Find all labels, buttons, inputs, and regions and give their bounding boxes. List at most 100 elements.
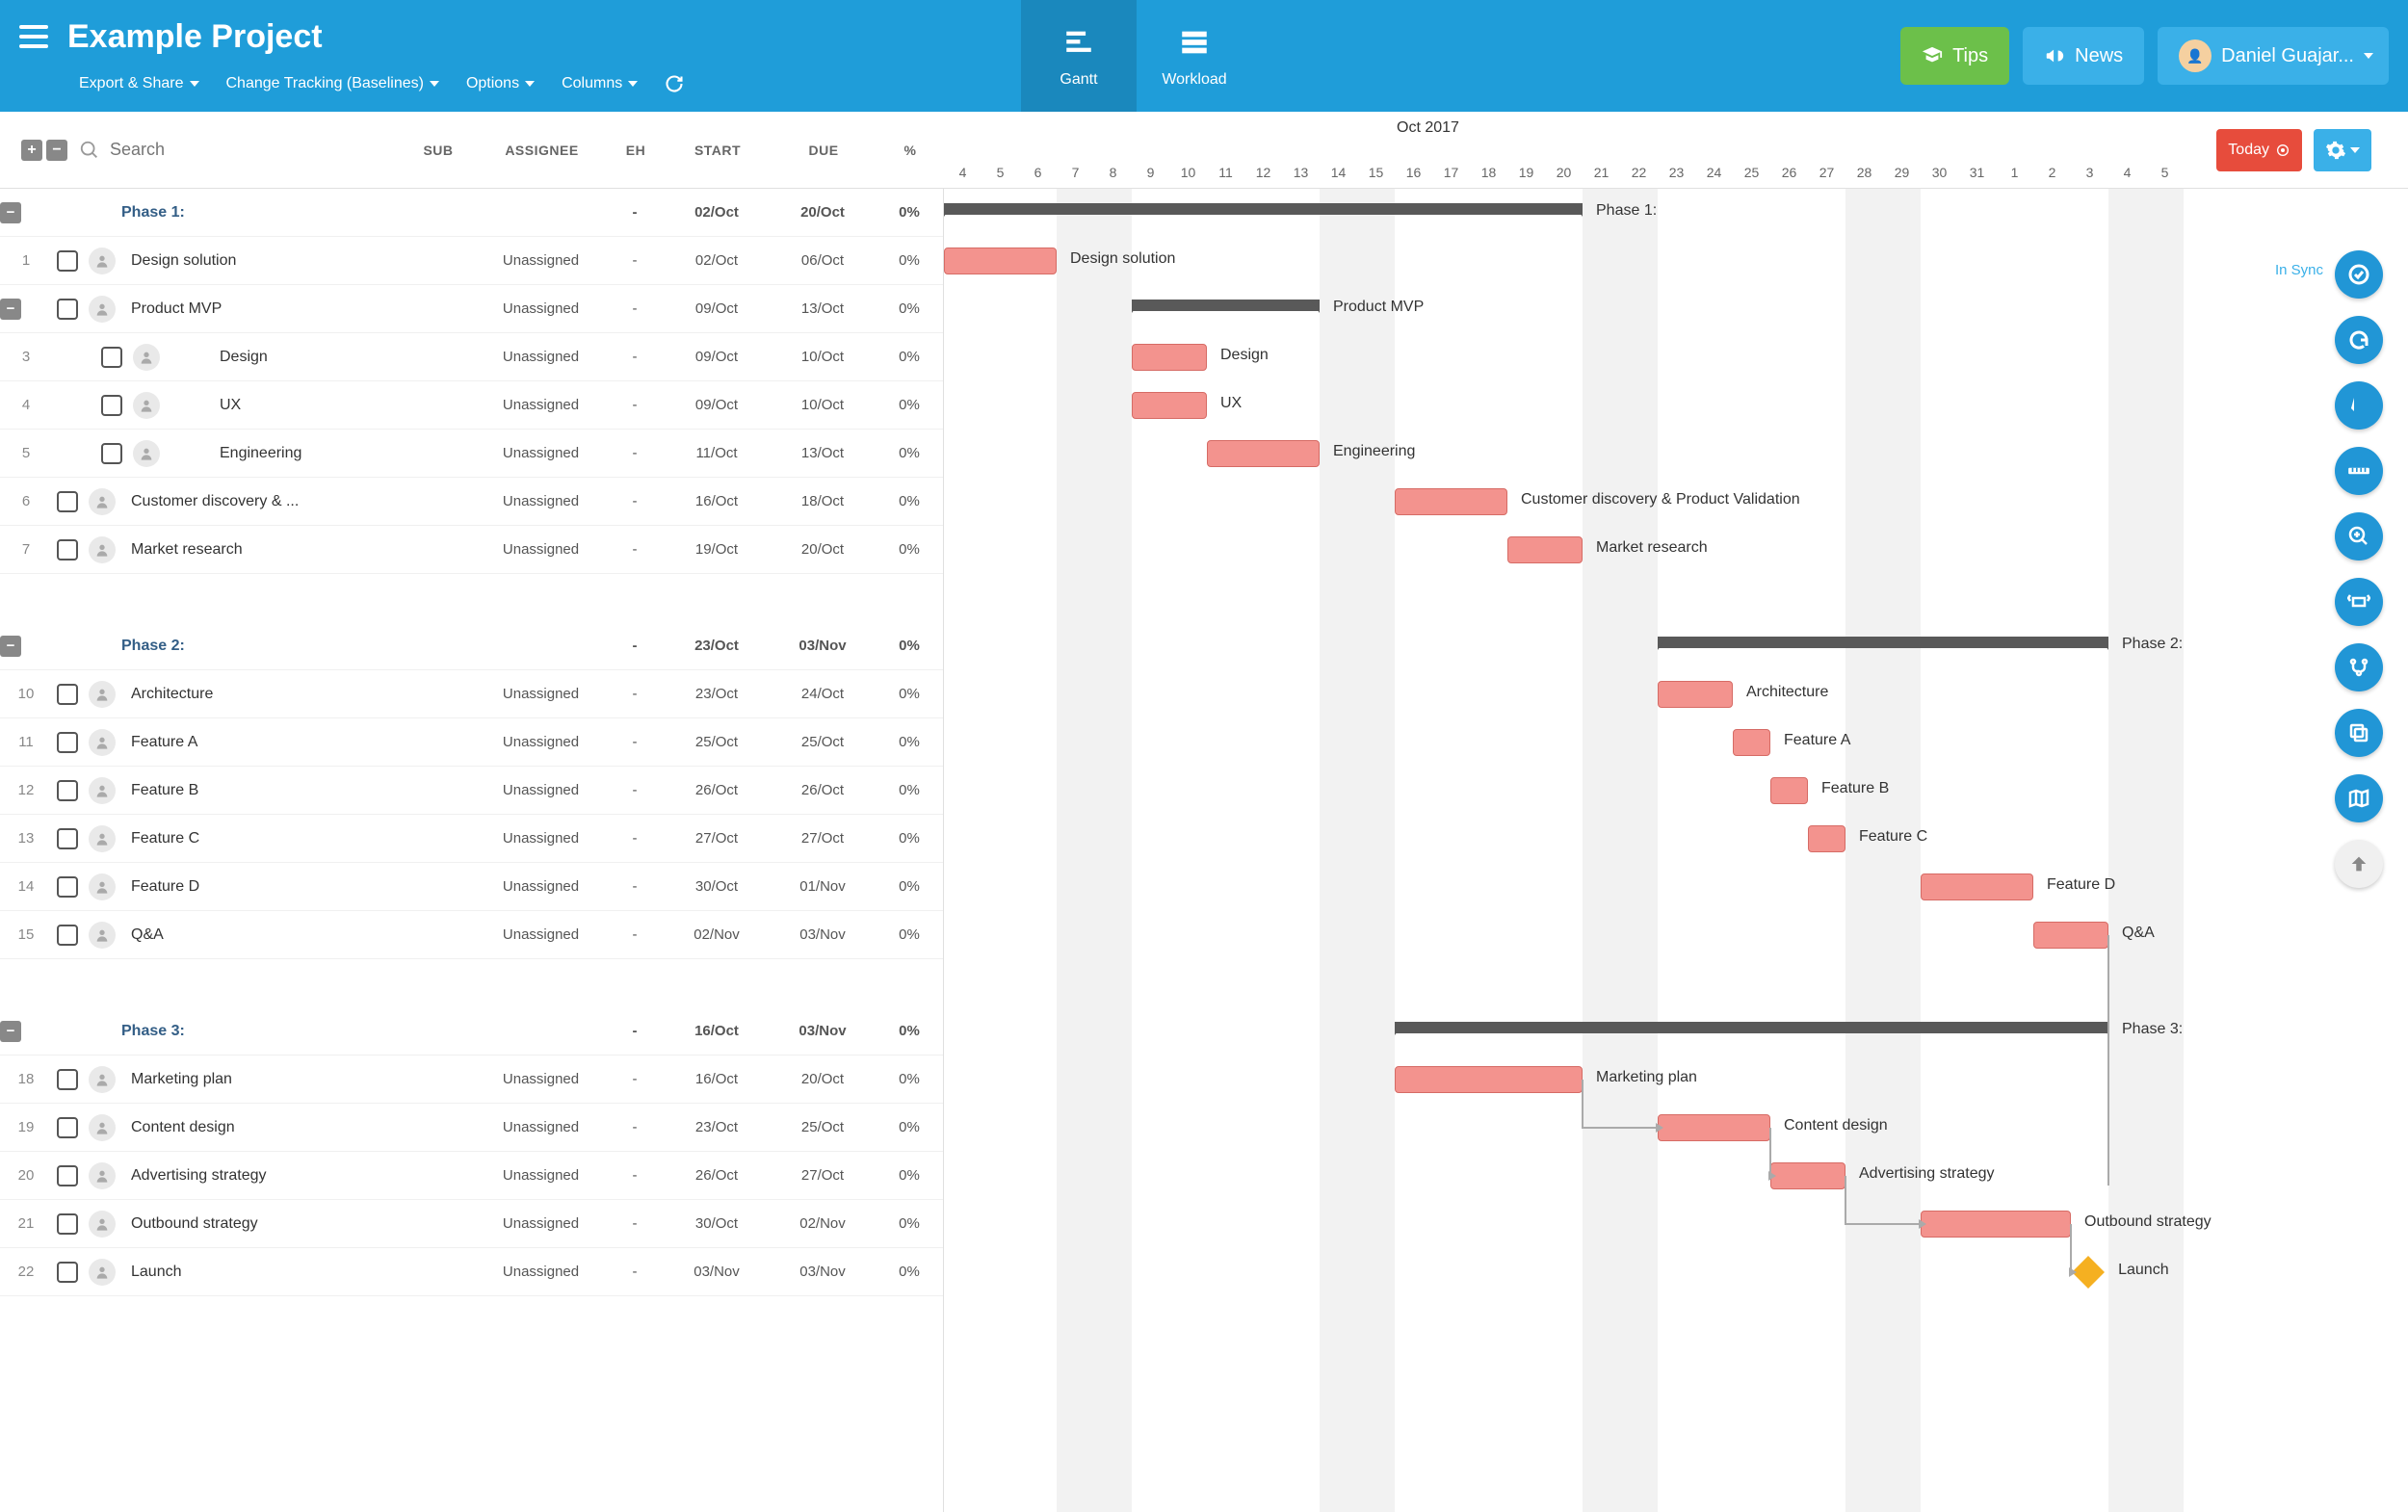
gantt-chart[interactable]: Phase 1:Design solutionProduct MVPDesign… [944, 189, 2408, 1512]
task-checkbox[interactable] [57, 539, 78, 560]
today-button[interactable]: Today [2216, 129, 2302, 171]
task-checkbox[interactable] [57, 828, 78, 849]
task-row[interactable]: 20 Advertising strategy Unassigned - 26/… [0, 1152, 943, 1200]
assignee-avatar[interactable] [89, 1211, 116, 1238]
task-checkbox[interactable] [57, 250, 78, 272]
settings-button[interactable] [2314, 129, 2371, 171]
task-checkbox[interactable] [101, 443, 122, 464]
task-bar[interactable] [1658, 681, 1733, 708]
col-eh[interactable]: EH [607, 143, 665, 158]
phase-row[interactable]: − Phase 2: - 23/Oct 03/Nov 0% [0, 622, 943, 670]
assignee-avatar[interactable] [89, 729, 116, 756]
col-pct[interactable]: % [877, 143, 944, 158]
task-row[interactable]: 11 Feature A Unassigned - 25/Oct 25/Oct … [0, 718, 943, 767]
task-checkbox[interactable] [57, 780, 78, 801]
task-row[interactable]: 13 Feature C Unassigned - 27/Oct 27/Oct … [0, 815, 943, 863]
task-checkbox[interactable] [57, 876, 78, 898]
menu-icon[interactable] [19, 22, 48, 51]
check-button[interactable] [2335, 250, 2383, 299]
assignee-avatar[interactable] [89, 1162, 116, 1189]
task-checkbox[interactable] [57, 1165, 78, 1186]
task-row[interactable]: 1 Design solution Unassigned - 02/Oct 06… [0, 237, 943, 285]
task-checkbox[interactable] [101, 347, 122, 368]
ruler-button[interactable] [2335, 447, 2383, 495]
branch-button[interactable] [2335, 643, 2383, 691]
assignee-avatar[interactable] [89, 873, 116, 900]
assignee-avatar[interactable] [89, 1066, 116, 1093]
task-bar[interactable] [1808, 825, 1845, 852]
copy-button[interactable] [2335, 709, 2383, 757]
assignee-avatar[interactable] [89, 248, 116, 274]
collapse-icon[interactable]: − [0, 202, 21, 223]
task-bar[interactable] [1507, 536, 1583, 563]
collapse-icon[interactable]: − [0, 1021, 21, 1042]
export-share-menu[interactable]: Export & Share [79, 75, 199, 92]
task-bar[interactable] [1658, 1114, 1770, 1141]
task-bar[interactable] [1770, 777, 1808, 804]
collapse-icon[interactable]: − [0, 299, 21, 320]
tab-gantt[interactable]: Gantt [1021, 0, 1137, 112]
add-row-button[interactable]: + [21, 140, 42, 161]
task-bar[interactable] [1770, 1162, 1845, 1189]
task-bar[interactable] [1395, 488, 1507, 515]
task-checkbox[interactable] [101, 395, 122, 416]
task-bar[interactable] [1395, 1066, 1583, 1093]
phase-row[interactable]: − Phase 3: - 16/Oct 03/Nov 0% [0, 1007, 943, 1056]
assignee-avatar[interactable] [89, 296, 116, 323]
task-bar[interactable] [1733, 729, 1770, 756]
task-checkbox[interactable] [57, 732, 78, 753]
assignee-avatar[interactable] [89, 922, 116, 949]
zoom-button[interactable] [2335, 512, 2383, 560]
undo-button[interactable] [2335, 316, 2383, 364]
assignee-avatar[interactable] [89, 488, 116, 515]
task-row[interactable]: 5 Engineering Unassigned - 11/Oct 13/Oct… [0, 430, 943, 478]
summary-bar[interactable] [1132, 300, 1320, 311]
task-row[interactable]: 6 Customer discovery & ... Unassigned - … [0, 478, 943, 526]
assignee-avatar[interactable] [89, 777, 116, 804]
scroll-top-button[interactable] [2335, 840, 2383, 888]
task-bar[interactable] [1207, 440, 1320, 467]
collapse-icon[interactable]: − [0, 636, 21, 657]
col-assignee[interactable]: ASSIGNEE [477, 143, 607, 158]
summary-bar[interactable] [1658, 637, 2108, 648]
phase-row[interactable]: − Phase 1: - 02/Oct 20/Oct 0% [0, 189, 943, 237]
task-checkbox[interactable] [57, 1213, 78, 1235]
summary-bar[interactable] [944, 203, 1583, 215]
task-row[interactable]: 21 Outbound strategy Unassigned - 30/Oct… [0, 1200, 943, 1248]
task-row[interactable]: 18 Marketing plan Unassigned - 16/Oct 20… [0, 1056, 943, 1104]
task-row[interactable]: − Product MVP Unassigned - 09/Oct 13/Oct… [0, 285, 943, 333]
task-row[interactable]: 14 Feature D Unassigned - 30/Oct 01/Nov … [0, 863, 943, 911]
change-tracking-menu[interactable]: Change Tracking (Baselines) [226, 75, 439, 92]
task-checkbox[interactable] [57, 299, 78, 320]
task-checkbox[interactable] [57, 684, 78, 705]
map-button[interactable] [2335, 774, 2383, 822]
task-bar[interactable] [1132, 392, 1207, 419]
assignee-avatar[interactable] [133, 344, 160, 371]
col-start[interactable]: START [665, 143, 771, 158]
task-bar[interactable] [944, 248, 1057, 274]
options-menu[interactable]: Options [466, 75, 535, 92]
task-checkbox[interactable] [57, 1069, 78, 1090]
assignee-avatar[interactable] [89, 1259, 116, 1286]
sort-button[interactable] [2335, 381, 2383, 430]
col-sub[interactable]: SUB [400, 143, 477, 158]
remove-row-button[interactable]: − [46, 140, 67, 161]
fit-button[interactable] [2335, 578, 2383, 626]
col-due[interactable]: DUE [771, 143, 877, 158]
assignee-avatar[interactable] [133, 392, 160, 419]
task-row[interactable]: 7 Market research Unassigned - 19/Oct 20… [0, 526, 943, 574]
assignee-avatar[interactable] [89, 825, 116, 852]
task-row[interactable]: 10 Architecture Unassigned - 23/Oct 24/O… [0, 670, 943, 718]
task-checkbox[interactable] [57, 491, 78, 512]
task-bar[interactable] [1921, 873, 2033, 900]
assignee-avatar[interactable] [89, 536, 116, 563]
task-row[interactable]: 3 Design Unassigned - 09/Oct 10/Oct 0% [0, 333, 943, 381]
search-input[interactable] [110, 140, 341, 160]
task-checkbox[interactable] [57, 925, 78, 946]
task-bar[interactable] [1132, 344, 1207, 371]
assignee-avatar[interactable] [133, 440, 160, 467]
assignee-avatar[interactable] [89, 1114, 116, 1141]
user-menu[interactable]: 👤 Daniel Guajar... [2158, 27, 2389, 85]
tab-workload[interactable]: Workload [1137, 0, 1252, 112]
summary-bar[interactable] [1395, 1022, 2108, 1033]
